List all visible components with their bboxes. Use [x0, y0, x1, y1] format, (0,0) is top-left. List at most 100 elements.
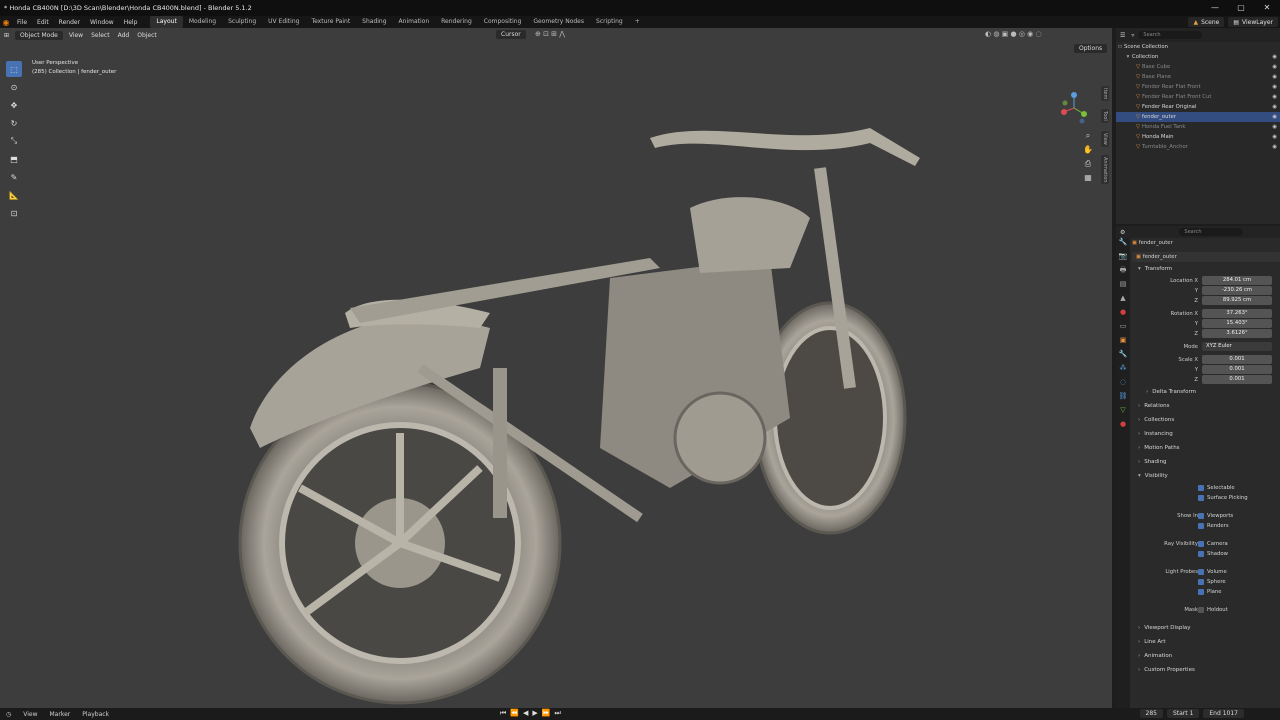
timeline-menu-view[interactable]: View — [17, 711, 43, 718]
shading-modes-icon[interactable]: ◐ ◍ ▣ ● ◎ ◉ ◌ — [985, 30, 1042, 38]
tab-layout[interactable]: Layout — [150, 16, 183, 28]
navigation-gizmo[interactable] — [1058, 90, 1090, 126]
menu-edit[interactable]: Edit — [32, 19, 54, 26]
view-layer-tab-icon[interactable]: ▤ — [1116, 280, 1130, 294]
outliner-item[interactable]: ▽ Fender Rear Flat Front ◉ — [1116, 82, 1280, 92]
panel-instancing[interactable]: › Instancing — [1132, 427, 1280, 441]
prev-keyframe-icon[interactable]: ⏪ — [510, 709, 519, 718]
selectable-checkbox[interactable]: Selectable — [1132, 483, 1280, 493]
panel-viewport-display[interactable]: › Viewport Display — [1132, 621, 1280, 635]
panel-animation[interactable]: › Animation — [1132, 649, 1280, 663]
tab-texture-paint[interactable]: Texture Paint — [305, 16, 356, 28]
physics-tab-icon[interactable]: ◌ — [1116, 378, 1130, 392]
timeline-menu-marker[interactable]: Marker — [44, 711, 77, 718]
outliner-item[interactable]: ▽ Turntable_Anchor ◉ — [1116, 142, 1280, 152]
location-z-field[interactable]: 89.925 cm — [1202, 296, 1272, 305]
eye-icon[interactable]: ◉ — [1272, 132, 1277, 142]
viewport-menu-view[interactable]: View — [65, 32, 87, 39]
eye-icon[interactable]: ◉ — [1272, 52, 1277, 62]
rotation-y-field[interactable]: 15.403° — [1202, 319, 1272, 328]
plane-checkbox[interactable]: Plane — [1132, 587, 1280, 597]
menu-file[interactable]: File — [12, 19, 32, 26]
tab-geometry-nodes[interactable]: Geometry Nodes — [527, 16, 590, 28]
viewports-checkbox[interactable]: Viewports — [1198, 511, 1233, 521]
eye-icon[interactable]: ◉ — [1272, 142, 1277, 152]
outliner-item[interactable]: ▽ Fender Rear Original ◉ — [1116, 102, 1280, 112]
camera-view-icon[interactable]: ⎙ — [1082, 159, 1094, 173]
viewport-menu-add[interactable]: Add — [114, 32, 134, 39]
outliner-scene-collection[interactable]: ▭ Scene Collection — [1116, 42, 1280, 52]
3d-viewport[interactable]: ⊞ Object Mode View Select Add Object Cur… — [0, 28, 1112, 708]
jump-start-icon[interactable]: ⏮ — [500, 709, 506, 718]
outliner-item[interactable]: ▽ fender_outer ◉ — [1116, 112, 1280, 122]
panel-line-art[interactable]: › Line Art — [1132, 635, 1280, 649]
close-button[interactable]: ✕ — [1254, 0, 1280, 16]
render-tab-icon[interactable]: 📷 — [1116, 252, 1130, 266]
viewlayer-selector[interactable]: ▤ ViewLayer — [1228, 17, 1278, 27]
scene-selector[interactable]: ▲ Scene — [1188, 17, 1225, 27]
eye-icon[interactable]: ◉ — [1272, 62, 1277, 72]
object-tab-icon[interactable]: ▣ — [1116, 336, 1130, 350]
eye-icon[interactable]: ◉ — [1272, 92, 1277, 102]
zoom-icon[interactable]: ⌕ — [1082, 131, 1094, 145]
menu-render[interactable]: Render — [54, 19, 85, 26]
holdout-checkbox[interactable]: Holdout — [1198, 605, 1228, 615]
outliner-search-input[interactable]: Search — [1138, 31, 1203, 39]
move-tool-icon[interactable]: ✥ — [6, 97, 22, 113]
panel-visibility[interactable]: ▾ Visibility — [1132, 469, 1280, 483]
rotate-tool-icon[interactable]: ↻ — [6, 115, 22, 131]
camera-checkbox[interactable]: Camera — [1198, 539, 1228, 549]
timeline-menu-playback[interactable]: Playback — [76, 711, 115, 718]
particles-tab-icon[interactable]: ⁂ — [1116, 364, 1130, 378]
properties-search-input[interactable]: Search — [1179, 228, 1244, 236]
properties-editor-icon[interactable]: ⚙ — [1120, 229, 1125, 236]
constraints-tab-icon[interactable]: ⛓ — [1116, 392, 1130, 406]
panel-collections[interactable]: › Collections — [1132, 413, 1280, 427]
measure-tool-icon[interactable]: 📐 — [6, 187, 22, 203]
material-tab-icon[interactable]: ● — [1116, 420, 1130, 434]
panel-motion-paths[interactable]: › Motion Paths — [1132, 441, 1280, 455]
next-keyframe-icon[interactable]: ⏩ — [542, 709, 551, 718]
surface-picking-checkbox[interactable]: Surface Picking — [1132, 493, 1280, 503]
panel-transform[interactable]: ▾ Transform — [1132, 262, 1280, 276]
object-mode-dropdown[interactable]: Object Mode — [15, 30, 63, 40]
rotation-x-field[interactable]: 37.263° — [1202, 309, 1272, 318]
outliner-filter-icon[interactable]: ▿ — [1131, 32, 1134, 39]
current-frame-field[interactable]: 285 — [1139, 709, 1163, 718]
volume-checkbox[interactable]: Volume — [1198, 567, 1227, 577]
data-tab-icon[interactable]: ▽ — [1116, 406, 1130, 420]
object-name-field[interactable]: ▣ fender_outer — [1132, 252, 1280, 262]
annotate-tool-icon[interactable]: ✎ — [6, 169, 22, 185]
tab-modeling[interactable]: Modeling — [183, 16, 222, 28]
menu-window[interactable]: Window — [85, 19, 119, 26]
start-frame-field[interactable]: Start 1 — [1166, 709, 1200, 718]
tool-tab-icon[interactable]: 🔧 — [1116, 238, 1130, 252]
add-workspace-button[interactable]: + — [629, 16, 646, 28]
scene-tab-icon[interactable]: ▲ — [1116, 294, 1130, 308]
timeline-editor-icon[interactable]: ◷ — [0, 711, 17, 718]
scale-z-field[interactable]: 0.001 — [1202, 375, 1272, 384]
jump-end-icon[interactable]: ⏭ — [555, 709, 561, 718]
tab-uv-editing[interactable]: UV Editing — [262, 16, 305, 28]
menu-help[interactable]: Help — [119, 19, 143, 26]
world-tab-icon[interactable]: ● — [1116, 308, 1130, 322]
eye-icon[interactable]: ◉ — [1272, 82, 1277, 92]
output-tab-icon[interactable]: 🖶 — [1116, 266, 1130, 280]
rotation-z-field[interactable]: 3.6126° — [1202, 329, 1272, 338]
outliner-collection[interactable]: ▾ Collection ◉ — [1116, 52, 1280, 62]
play-reverse-icon[interactable]: ◀ — [523, 709, 528, 718]
ortho-grid-icon[interactable]: ▦ — [1082, 173, 1094, 187]
shadow-checkbox[interactable]: Shadow — [1132, 549, 1280, 559]
snap-icon[interactable]: ⊕ ⊡ ⊞ ⋀ — [535, 30, 565, 38]
viewport-menu-select[interactable]: Select — [87, 32, 114, 39]
maximize-button[interactable]: ▢ — [1228, 0, 1254, 16]
sidebar-tab-tool[interactable]: Tool — [1101, 109, 1109, 124]
add-cube-tool-icon[interactable]: ⊡ — [6, 205, 22, 221]
viewport-menu-object[interactable]: Object — [133, 32, 161, 39]
location-y-field[interactable]: -230.26 cm — [1202, 286, 1272, 295]
scale-x-field[interactable]: 0.001 — [1202, 355, 1272, 364]
end-frame-field[interactable]: End 1017 — [1203, 709, 1244, 718]
tab-sculpting[interactable]: Sculpting — [222, 16, 262, 28]
minimize-button[interactable]: — — [1202, 0, 1228, 16]
sidebar-tab-view[interactable]: View — [1101, 131, 1109, 147]
